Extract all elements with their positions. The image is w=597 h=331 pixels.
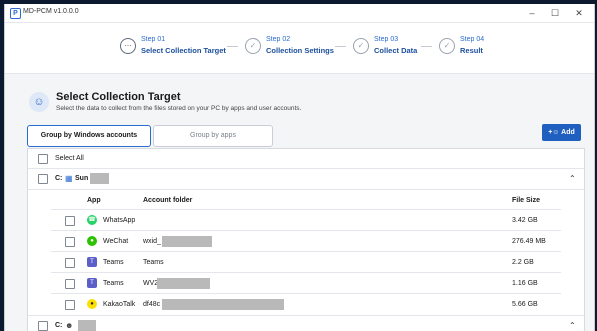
redacted-block bbox=[157, 278, 210, 289]
app-name: KakaoTalk bbox=[103, 301, 136, 308]
divider bbox=[28, 315, 584, 316]
redacted-block bbox=[162, 299, 284, 310]
divider bbox=[51, 230, 561, 231]
step-04-name: Result bbox=[460, 46, 483, 55]
page-title: Select Collection Target bbox=[56, 91, 181, 103]
column-header-file-size: File Size bbox=[512, 197, 541, 204]
whatsapp-icon: ☎ bbox=[87, 215, 97, 225]
step-connector bbox=[227, 46, 238, 47]
column-header-app: App bbox=[87, 197, 101, 204]
title-bar: P MD-PCM v1.0.0.0 – ☐ ✕ bbox=[5, 4, 594, 23]
tab-group-by-windows-accounts[interactable]: Group by Windows accounts bbox=[27, 125, 151, 147]
step-connector bbox=[421, 46, 432, 47]
add-button[interactable]: +☺ Add bbox=[542, 124, 581, 141]
add-user-icon: +☺ bbox=[548, 129, 560, 136]
divider bbox=[51, 209, 561, 210]
divider bbox=[28, 168, 584, 169]
window-title: MD-PCM v1.0.0.0 bbox=[23, 8, 79, 15]
step-03-check-icon: ✓ bbox=[353, 38, 369, 54]
step-01-number: Step 01 bbox=[141, 36, 166, 43]
file-size: 5.66 GB bbox=[512, 301, 538, 308]
account-name: Sun bbox=[75, 175, 89, 182]
user-folder-icon: ▦ bbox=[65, 174, 73, 183]
account-drive: C: bbox=[55, 175, 63, 182]
main-content: ☺ Select Collection Target Select the da… bbox=[5, 74, 594, 331]
step-02-check-icon: ✓ bbox=[245, 38, 261, 54]
step-progress: ⋯ Step 01 Select Collection Target ✓ Ste… bbox=[5, 23, 594, 74]
desktop-background: P MD-PCM v1.0.0.0 – ☐ ✕ ⋯ Step 01 Select… bbox=[0, 0, 597, 331]
minimize-button[interactable]: – bbox=[524, 6, 540, 20]
divider bbox=[28, 189, 584, 190]
select-all-label: Select All bbox=[55, 155, 84, 162]
account-drive: C: bbox=[55, 322, 63, 329]
account-folder: wxid_ bbox=[143, 238, 161, 245]
step-02-name: Collection Settings bbox=[266, 46, 334, 55]
app-name: WeChat bbox=[103, 238, 129, 245]
user-icon: ☻ bbox=[65, 321, 74, 330]
row-checkbox[interactable] bbox=[65, 300, 75, 310]
app-logo-icon: P bbox=[10, 8, 21, 19]
step-04-check-icon: ✓ bbox=[439, 38, 455, 54]
file-size: 1.16 GB bbox=[512, 280, 538, 287]
step-03-number: Step 03 bbox=[374, 36, 399, 43]
app-name: Teams bbox=[103, 259, 124, 266]
divider bbox=[51, 251, 561, 252]
step-02-number: Step 02 bbox=[266, 36, 291, 43]
file-size: 276.49 MB bbox=[512, 238, 546, 245]
app-name: Teams bbox=[103, 280, 124, 287]
teams-icon: T bbox=[87, 257, 97, 267]
divider bbox=[51, 293, 561, 294]
close-button[interactable]: ✕ bbox=[571, 6, 587, 20]
file-size: 3.42 GB bbox=[512, 217, 538, 224]
chevron-up-icon[interactable]: ⌃ bbox=[569, 321, 576, 330]
file-size: 2.2 GB bbox=[512, 259, 534, 266]
step-connector bbox=[335, 46, 346, 47]
chevron-up-icon[interactable]: ⌃ bbox=[569, 174, 576, 183]
step-01-pending-icon: ⋯ bbox=[120, 38, 136, 54]
step-04-number: Step 04 bbox=[460, 36, 485, 43]
row-checkbox[interactable] bbox=[65, 258, 75, 268]
account-list-panel: Select All C: ▦ Sun ⌃ App Account folder… bbox=[27, 148, 585, 331]
add-button-label: Add bbox=[561, 129, 575, 136]
account-checkbox[interactable] bbox=[38, 321, 48, 331]
account-folder: Teams bbox=[143, 259, 164, 266]
step-03-name: Collect Data bbox=[374, 46, 418, 55]
tab-group-by-apps[interactable]: Group by apps bbox=[153, 125, 273, 147]
wechat-icon: ● bbox=[87, 236, 97, 246]
account-folder: df48c bbox=[143, 301, 161, 308]
page-subtitle: Select the data to collect from the file… bbox=[56, 105, 302, 112]
select-all-checkbox[interactable] bbox=[38, 154, 48, 164]
account-folder: WV2 bbox=[143, 280, 159, 287]
kakaotalk-icon: ● bbox=[87, 299, 97, 309]
maximize-button[interactable]: ☐ bbox=[547, 6, 563, 20]
row-checkbox[interactable] bbox=[65, 279, 75, 289]
step-01-name: Select Collection Target bbox=[141, 46, 226, 55]
redacted-block bbox=[78, 320, 96, 331]
row-checkbox[interactable] bbox=[65, 237, 75, 247]
account-checkbox[interactable] bbox=[38, 174, 48, 184]
column-header-account-folder: Account folder bbox=[143, 197, 193, 204]
row-checkbox[interactable] bbox=[65, 216, 75, 226]
redacted-block bbox=[90, 173, 109, 184]
user-icon: ☺ bbox=[29, 92, 49, 112]
app-window: P MD-PCM v1.0.0.0 – ☐ ✕ ⋯ Step 01 Select… bbox=[4, 4, 595, 331]
redacted-block bbox=[162, 236, 212, 247]
divider bbox=[51, 272, 561, 273]
app-name: WhatsApp bbox=[103, 217, 136, 224]
teams-icon: T bbox=[87, 278, 97, 288]
